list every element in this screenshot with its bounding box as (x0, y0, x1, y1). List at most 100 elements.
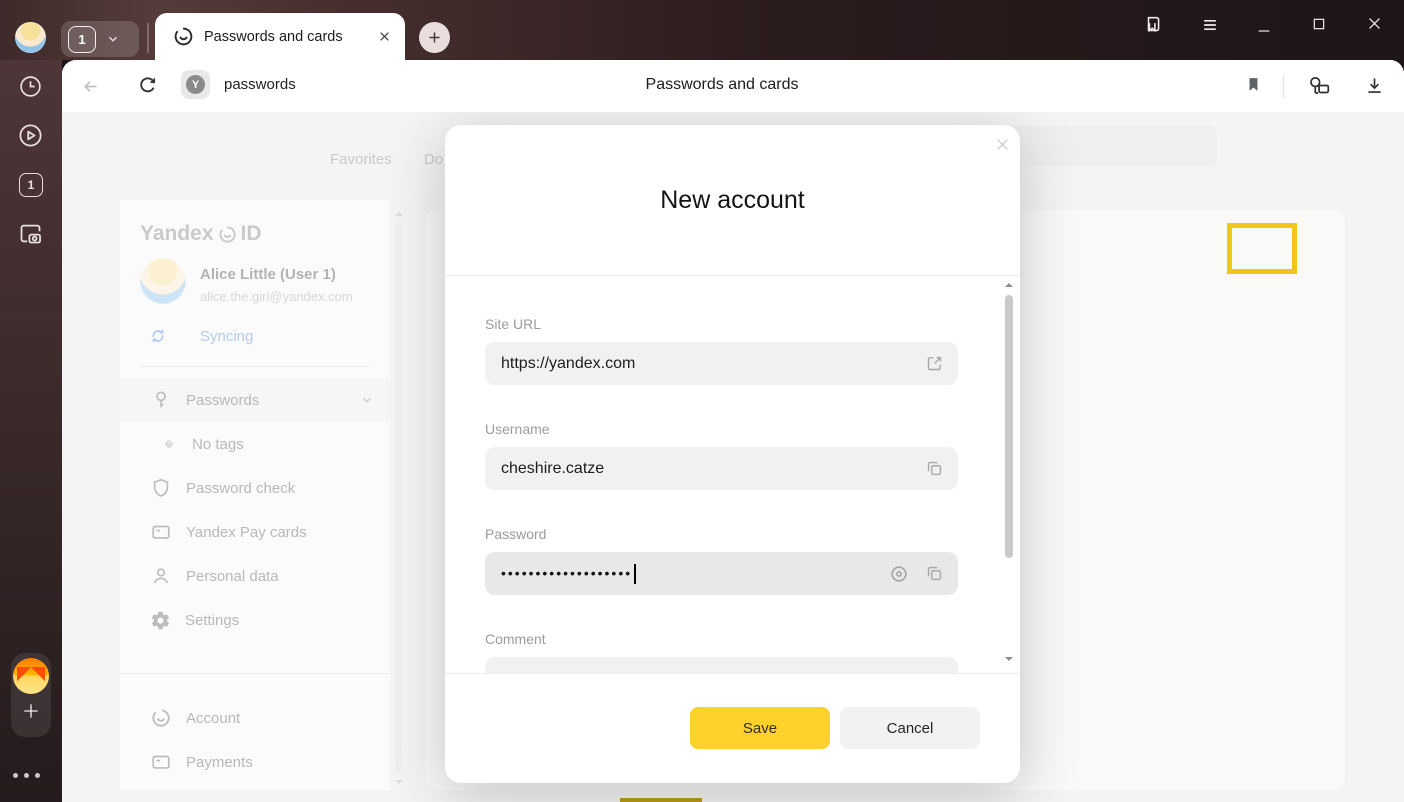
sync-icon (148, 326, 168, 346)
window-close-icon[interactable] (1366, 15, 1383, 32)
sidebar-item-payments[interactable]: Payments (120, 740, 390, 784)
passwords-page: Favorites Do on other devices Yandex ID … (62, 112, 1404, 802)
sidebar-scrollbar[interactable] (393, 208, 405, 790)
profile-avatar[interactable] (15, 22, 46, 53)
text-caret (634, 564, 636, 584)
browser-titlebar: 1 Passwords and cards (0, 0, 1404, 60)
page-tab-favorites[interactable]: Favorites (330, 151, 392, 168)
rail-more-dots-icon[interactable] (10, 765, 43, 783)
new-account-modal: New account Site URL https://yandex.com (445, 125, 1020, 783)
open-external-link-icon[interactable] (925, 354, 944, 373)
sidebar-item-label: Account (186, 710, 240, 727)
site-url-value: https://yandex.com (501, 355, 925, 373)
sidebar-item-label: Settings (185, 612, 239, 629)
sidebar-item-label: No tags (192, 436, 244, 453)
favicon-letter: Y (186, 75, 205, 94)
add-button-highlight (1227, 223, 1297, 274)
window-minimize-icon[interactable] (1256, 19, 1272, 35)
tab-close-icon[interactable] (378, 30, 391, 43)
username-label: Username (485, 421, 550, 437)
show-password-eye-icon[interactable] (889, 564, 909, 584)
user-email: alice.the.girl@yandex.com (200, 289, 353, 304)
plus-icon (427, 30, 442, 45)
tab-group-count-badge: 1 (68, 26, 96, 53)
password-input[interactable]: ••••••••••••••••••• (485, 552, 958, 595)
sidebar-item-label: Passwords (186, 392, 259, 409)
key-icon (150, 389, 172, 411)
username-input[interactable]: cheshire.catze (485, 447, 958, 490)
modal-scrollbar-thumb[interactable] (1005, 295, 1013, 558)
sidebar-item-label: Yandex Pay cards (186, 524, 307, 541)
sidebar-item-personal-data[interactable]: Personal data (120, 554, 390, 598)
yandex-id-smile-icon (173, 26, 194, 47)
window-maximize-icon[interactable] (1311, 16, 1327, 32)
sidebar-item-label: Payments (186, 754, 253, 771)
sync-status[interactable]: Syncing (200, 328, 253, 345)
copy-icon[interactable] (925, 459, 944, 478)
browser-sidebar-rail: 1 (0, 60, 62, 802)
tabs-counter-icon[interactable]: 1 (19, 173, 43, 197)
side-panel-icon[interactable] (1143, 14, 1165, 36)
smile-account-icon (150, 707, 172, 729)
user-name: Alice Little (User 1) (200, 266, 336, 283)
card-icon (150, 521, 172, 543)
screenshot-camera-icon[interactable] (17, 220, 44, 247)
modal-close-icon[interactable] (994, 136, 1011, 153)
gear-icon (150, 610, 171, 631)
comment-input[interactable] (485, 657, 958, 674)
sidebar-item-password-check[interactable]: Password check (120, 466, 390, 510)
site-url-input[interactable]: https://yandex.com (485, 342, 958, 385)
site-favicon-badge: Y (181, 70, 210, 99)
cancel-button[interactable]: Cancel (840, 707, 980, 749)
browser-toolbar: Y passwords Passwords and cards (62, 60, 1404, 112)
user-avatar (140, 258, 186, 304)
password-value: ••••••••••••••••••• (501, 565, 632, 581)
card-icon (150, 751, 172, 773)
download-icon[interactable] (1364, 75, 1385, 96)
toolbar-divider (1283, 74, 1284, 98)
tag-icon (160, 435, 178, 453)
bookmark-icon[interactable] (1244, 75, 1263, 94)
browser-content-shell: Y passwords Passwords and cards Favorite… (62, 60, 1404, 802)
play-media-icon[interactable] (17, 122, 44, 149)
modal-form-scroll-area: Site URL https://yandex.com Username che… (445, 275, 1020, 674)
sidebar-item-label: Password check (186, 480, 295, 497)
site-url-label: Site URL (485, 316, 541, 332)
passwords-sidebar-panel: Yandex ID Alice Little (User 1) alice.th… (120, 200, 390, 790)
sidebar-item-yandex-pay-cards[interactable]: Yandex Pay cards (120, 510, 390, 554)
copy-icon[interactable] (925, 564, 944, 583)
username-value: cheshire.catze (501, 460, 925, 478)
save-button[interactable]: Save (690, 707, 830, 749)
back-arrow-icon[interactable] (80, 76, 101, 97)
new-tab-button[interactable] (419, 22, 450, 53)
password-label: Password (485, 526, 546, 542)
menu-icon[interactable] (1200, 15, 1220, 35)
shield-icon (150, 477, 172, 499)
comment-label: Comment (485, 631, 546, 647)
sidebar-item-no-tags[interactable]: No tags (120, 422, 390, 466)
person-icon (150, 565, 172, 587)
toolbar-page-title: Passwords and cards (542, 76, 902, 94)
brand-smile-icon (218, 225, 237, 244)
tab-title: Passwords and cards (204, 29, 378, 45)
modal-scrollbar[interactable] (1003, 277, 1015, 670)
yandex-mail-icon[interactable] (13, 658, 49, 694)
passwords-key-card-icon[interactable] (1305, 73, 1331, 99)
tab-passwords-and-cards[interactable]: Passwords and cards (155, 13, 405, 60)
add-app-plus-icon[interactable] (21, 701, 41, 721)
sidebar-item-settings[interactable]: Settings (120, 598, 390, 642)
browser-window: 1 Passwords and cards (0, 0, 1404, 802)
brand-yandex: Yandex (140, 222, 214, 246)
sidebar-item-label: Personal data (186, 568, 279, 585)
tab-group-pill[interactable]: 1 (61, 21, 139, 57)
chevron-down-icon (360, 393, 374, 407)
modal-title: New account (445, 186, 1020, 215)
history-clock-icon[interactable] (18, 74, 43, 99)
page-tab-partial[interactable]: Do (424, 151, 443, 168)
sidebar-item-passwords[interactable]: Passwords (120, 378, 390, 422)
reload-icon[interactable] (136, 74, 159, 97)
address-bar-url[interactable]: passwords (224, 76, 296, 93)
sidebar-item-account[interactable]: Account (120, 696, 390, 740)
tabs-counter-value: 1 (28, 178, 35, 192)
tabbar-divider (147, 23, 149, 53)
